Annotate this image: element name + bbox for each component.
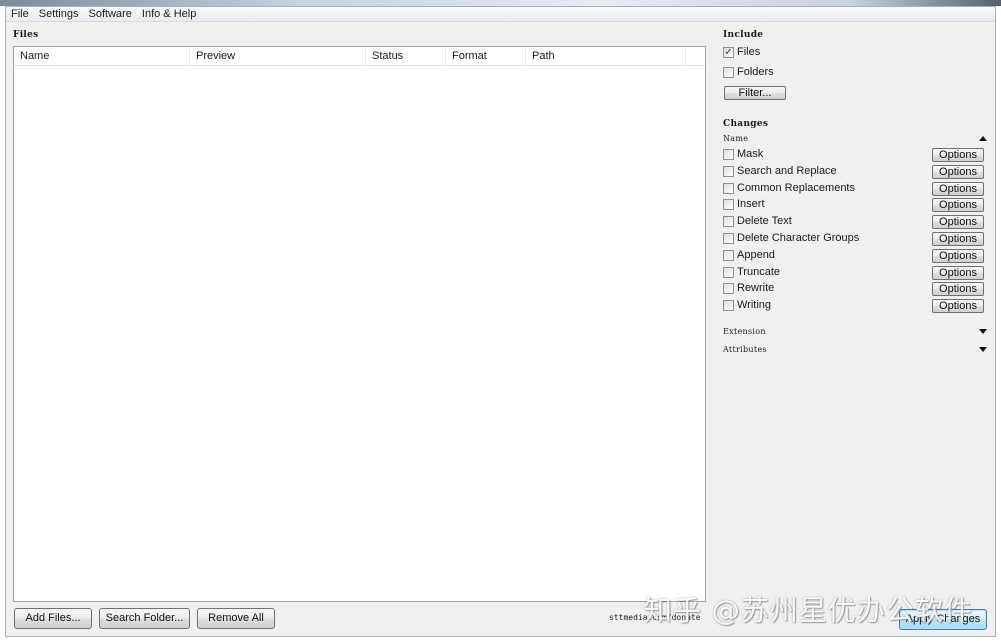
menu-info-help[interactable]: Info & Help [137, 7, 201, 21]
menu-file[interactable]: File [6, 7, 34, 21]
options-button[interactable]: Options [932, 165, 984, 179]
options-button[interactable]: Options [932, 215, 984, 229]
checkmark-icon: ✓ [724, 47, 733, 58]
remove-all-button[interactable]: Remove All [197, 608, 275, 629]
change-checkbox[interactable] [723, 149, 734, 160]
app-window: File Settings Software Info & Help Files… [5, 6, 996, 637]
extension-section-header[interactable]: Extension [723, 327, 766, 336]
change-checkbox[interactable] [723, 216, 734, 227]
change-checkbox[interactable] [723, 267, 734, 278]
change-label: Append [737, 249, 775, 261]
expand-arrow-icon[interactable] [979, 329, 987, 334]
include-files-checkbox[interactable]: ✓ [723, 47, 734, 58]
options-button[interactable]: Options [932, 299, 984, 313]
include-folders-label: Folders [737, 66, 774, 78]
change-label: Delete Text [737, 215, 792, 227]
filter-button[interactable]: Filter... [724, 86, 786, 100]
search-folder-button[interactable]: Search Folder... [99, 608, 190, 629]
menu-settings[interactable]: Settings [34, 7, 84, 21]
column-header-name[interactable]: Name [14, 47, 190, 66]
watermark: 知乎 @苏州星优办公软件 [644, 594, 973, 627]
change-checkbox[interactable] [723, 250, 734, 261]
options-button[interactable]: Options [932, 282, 984, 296]
attributes-section-header[interactable]: Attributes [723, 345, 767, 354]
column-header-path[interactable]: Path [526, 47, 686, 66]
expand-arrow-icon[interactable] [979, 347, 987, 352]
files-section-title: Files [13, 30, 39, 40]
list-header-filler [686, 47, 705, 66]
menu-bar: File Settings Software Info & Help [6, 7, 995, 22]
change-label: Rewrite [737, 282, 775, 294]
change-checkbox[interactable] [723, 283, 734, 294]
include-section-title: Include [723, 30, 764, 40]
options-button[interactable]: Options [932, 148, 984, 162]
column-header-format[interactable]: Format [446, 47, 526, 66]
change-label: Common Replacements [737, 182, 855, 194]
options-button[interactable]: Options [932, 266, 984, 280]
change-label: Truncate [737, 266, 781, 278]
change-checkbox[interactable] [723, 300, 734, 311]
options-button[interactable]: Options [932, 182, 984, 196]
column-header-preview[interactable]: Preview [190, 47, 366, 66]
collapse-arrow-icon[interactable] [979, 136, 987, 141]
add-files-button[interactable]: Add Files... [14, 608, 92, 629]
name-section-header[interactable]: Name [723, 134, 748, 143]
change-label: Writing [737, 299, 772, 311]
column-header-status[interactable]: Status [366, 47, 446, 66]
change-checkbox[interactable] [723, 183, 734, 194]
change-label: Delete Character Groups [737, 232, 860, 244]
change-checkbox[interactable] [723, 199, 734, 210]
include-files-label: Files [737, 46, 761, 58]
files-list[interactable]: Name Preview Status Format Path [13, 46, 706, 602]
change-checkbox[interactable] [723, 166, 734, 177]
options-button[interactable]: Options [932, 249, 984, 263]
include-folders-checkbox[interactable] [723, 67, 734, 78]
menu-software[interactable]: Software [83, 7, 136, 21]
change-label: Insert [737, 198, 765, 210]
options-button[interactable]: Options [932, 198, 984, 212]
change-label: Search and Replace [737, 165, 837, 177]
options-button[interactable]: Options [932, 232, 984, 246]
change-checkbox[interactable] [723, 233, 734, 244]
changes-section-title: Changes [723, 119, 769, 129]
change-label: Mask [737, 148, 764, 160]
